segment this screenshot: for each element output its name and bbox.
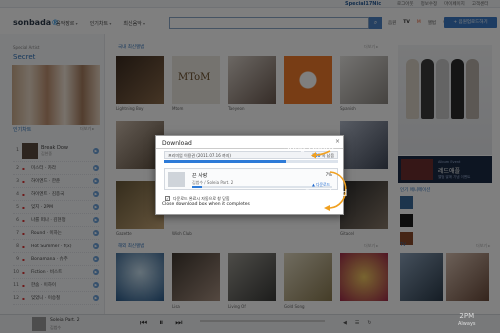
close-icon[interactable]: × [335, 138, 340, 145]
quota-meter [164, 160, 338, 163]
auto-close-label-en: Close download box when it completes [162, 202, 250, 207]
quota-count: 150 곡 남음 [312, 153, 334, 158]
quota-meter-fill [164, 160, 286, 163]
song-quota-annotation: Song Quota [284, 143, 334, 153]
quota-label: 프리미엄 이용권 (2011.07.16 까지) [168, 153, 231, 158]
watermark: 2PM Always [458, 312, 476, 328]
download-progress [192, 186, 332, 188]
download-button[interactable]: ▲ 다운로드 [312, 182, 330, 188]
download-progress-fill [192, 186, 202, 188]
song-thumb [168, 172, 185, 187]
song-title: 끈 사랑 [192, 173, 208, 179]
download-item: 끈 사랑 김범수 / Soleia Part. 2 7% ▲ 다운로드 [164, 168, 338, 190]
dialog-title: Download [162, 140, 192, 147]
auto-close-checkbox[interactable]: ✓ [165, 196, 170, 201]
download-annotation: Download [305, 189, 348, 199]
download-percent: 7% [325, 172, 332, 177]
